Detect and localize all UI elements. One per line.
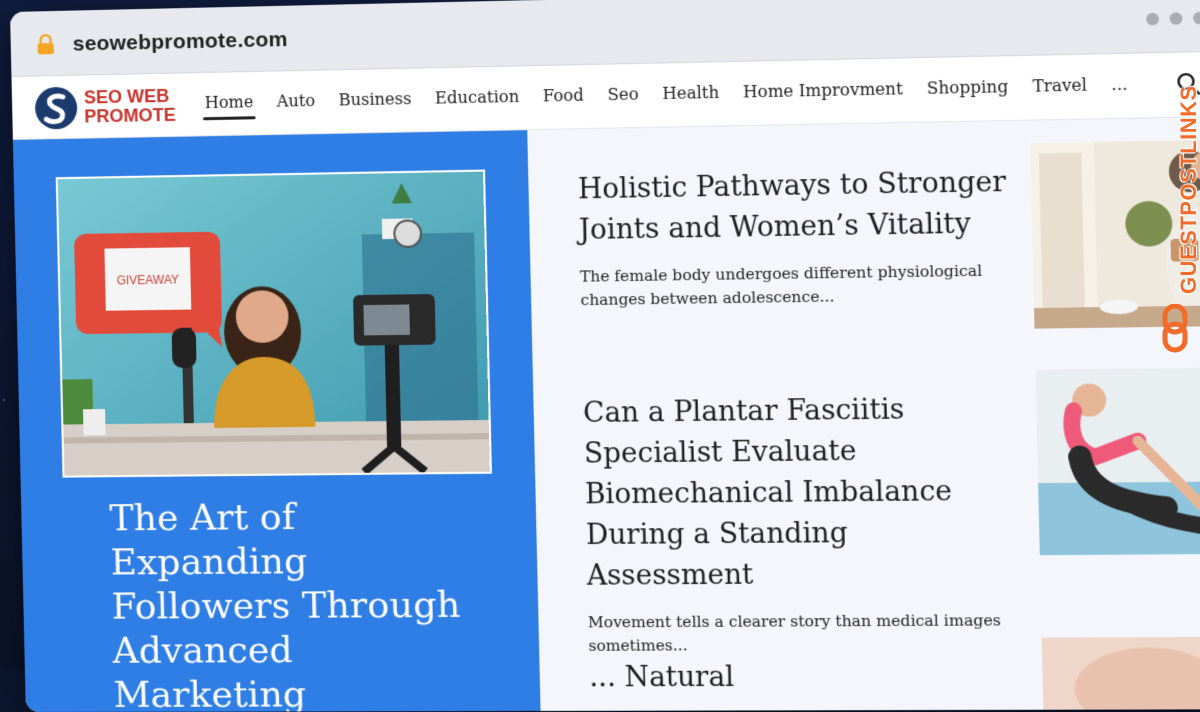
- article-card[interactable]: ... Natural: [589, 656, 1029, 698]
- featured-post[interactable]: GIVEAWAY The Art of Expanding Followers …: [12, 130, 541, 712]
- article-title[interactable]: Can a Plantar Fasciitis Specialist Evalu…: [583, 389, 1026, 597]
- nav-item-business[interactable]: Business: [338, 89, 411, 110]
- article-excerpt: The female body undergoes different phys…: [579, 261, 983, 310]
- nav-item-food[interactable]: Food: [543, 85, 584, 105]
- featured-title[interactable]: The Art of Expanding Followers Through A…: [109, 494, 500, 712]
- thumbnail-image: [1041, 636, 1200, 712]
- site-logo[interactable]: SEO WEB PROMOTE: [34, 84, 176, 131]
- lock-icon: [37, 33, 54, 55]
- nav-item-travel[interactable]: Travel: [1032, 75, 1087, 96]
- logo-text: SEO WEB PROMOTE: [84, 86, 177, 127]
- window-dot[interactable]: [1192, 11, 1200, 25]
- nav-item-seo[interactable]: Seo: [607, 84, 639, 104]
- giveaway-sign: GIVEAWAY: [116, 273, 179, 288]
- article-title[interactable]: ... Natural: [589, 656, 1029, 698]
- nav-item-home-improvment[interactable]: Home Improvment: [743, 79, 903, 102]
- article-list: Holistic Pathways to Stronger Joints and…: [527, 117, 1200, 712]
- address-bar[interactable]: seowebpromote.com: [72, 28, 288, 57]
- featured-image[interactable]: GIVEAWAY: [55, 169, 492, 478]
- window-controls: [1146, 11, 1200, 26]
- article-excerpt: Movement tells a clearer story than medi…: [587, 611, 1002, 655]
- nav-item-more[interactable]: ...: [1111, 74, 1128, 94]
- article-thumbnail[interactable]: [1035, 367, 1200, 556]
- nav-item-health[interactable]: Health: [662, 83, 719, 104]
- window-dot[interactable]: [1169, 12, 1183, 25]
- link-icon: [1162, 304, 1188, 353]
- nav-item-auto[interactable]: Auto: [277, 91, 316, 111]
- nav-item-education[interactable]: Education: [435, 87, 520, 108]
- watermark-badge: GUESTPOSTLINKS: [1158, 60, 1200, 360]
- nav-item-shopping[interactable]: Shopping: [927, 77, 1009, 98]
- article-title[interactable]: Holistic Pathways to Stronger Joints and…: [578, 162, 1018, 251]
- featured-image-illustration: GIVEAWAY: [57, 171, 490, 476]
- browser-window: seowebpromote.com SEO WEB PROMOTE Home A…: [10, 0, 1200, 712]
- article-card[interactable]: Can a Plantar Fasciitis Specialist Evalu…: [583, 389, 1028, 658]
- watermark-text: GUESTPOSTLINKS: [1176, 85, 1200, 294]
- window-dot[interactable]: [1146, 12, 1160, 26]
- main-nav: Home Auto Business Education Food Seo He…: [205, 74, 1128, 112]
- logo-icon: [35, 86, 78, 129]
- nav-item-home[interactable]: Home: [205, 92, 254, 112]
- article-card[interactable]: Holistic Pathways to Stronger Joints and…: [578, 162, 1020, 312]
- logo-line-2: PROMOTE: [84, 104, 177, 127]
- page-content: GIVEAWAY The Art of Expanding Followers …: [12, 117, 1200, 712]
- thumbnail-image: [1035, 367, 1200, 556]
- article-thumbnail[interactable]: [1041, 636, 1200, 712]
